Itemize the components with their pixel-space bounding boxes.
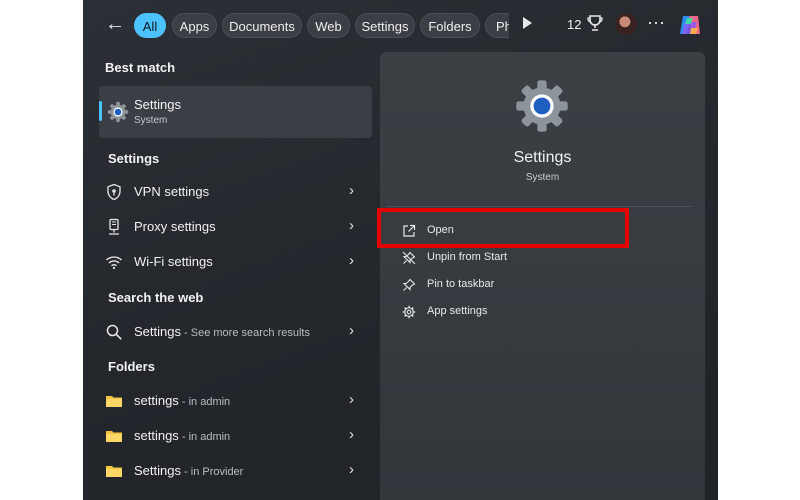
chevron-right-icon[interactable]: ›	[349, 182, 354, 199]
trophy-icon[interactable]	[587, 14, 603, 32]
best-match-heading: Best match	[105, 60, 176, 75]
chevron-right-icon[interactable]: ›	[349, 322, 354, 339]
folder-name: Settings	[134, 463, 181, 478]
folder-result[interactable]: Settings - in Provider ›	[105, 457, 360, 485]
best-match-title: Settings	[134, 97, 181, 112]
selection-indicator	[99, 101, 102, 121]
unpin-icon	[402, 251, 416, 265]
settings-app-icon	[516, 80, 568, 132]
best-match-item[interactable]	[99, 86, 372, 138]
settings-result-proxy[interactable]: Proxy settings ›	[105, 213, 360, 241]
filter-chips: All Apps Documents Web Settings Folders …	[133, 0, 509, 52]
folder-name: settings	[134, 428, 179, 443]
chevron-right-icon[interactable]: ›	[349, 217, 354, 234]
chevron-right-icon[interactable]: ›	[349, 461, 354, 478]
rewards-points: 12	[567, 17, 582, 32]
filter-chip-documents[interactable]: Documents	[222, 13, 302, 38]
action-label: Unpin from Start	[427, 251, 508, 263]
filter-chip-apps[interactable]: Apps	[172, 13, 217, 38]
folder-result[interactable]: settings - in admin ›	[105, 422, 360, 450]
shield-icon	[107, 183, 121, 201]
settings-section-heading: Settings	[108, 151, 160, 166]
settings-result-vpn[interactable]: VPN settings ›	[105, 178, 360, 206]
gear-icon	[402, 305, 416, 319]
folder-location: - in admin	[178, 431, 231, 443]
filter-chip-all[interactable]: All	[134, 13, 166, 38]
preview-pane: Settings System Open Unpin from Start Pi…	[380, 52, 705, 500]
back-arrow-icon[interactable]: ←	[105, 13, 127, 35]
folder-icon	[106, 466, 122, 477]
search-icon	[106, 324, 122, 340]
filter-chip-folders[interactable]: Folders	[420, 13, 480, 38]
settings-result-label: Wi-Fi settings	[134, 254, 213, 269]
web-search-query: Settings	[134, 324, 181, 339]
folder-name: settings	[134, 393, 179, 408]
preview-divider	[386, 206, 692, 207]
preview-title: Settings	[513, 149, 572, 166]
filter-chip-photos[interactable]: Pho	[485, 13, 509, 38]
open-highlight-box	[377, 208, 629, 248]
settings-result-label: Proxy settings	[134, 219, 216, 234]
web-search-result[interactable]: Settings - See more search results ›	[105, 318, 360, 346]
web-search-hint: - See more search results	[180, 327, 310, 339]
chevron-right-icon[interactable]: ›	[349, 391, 354, 408]
best-match-subtitle: System	[134, 115, 168, 126]
search-filter-bar: ← All Apps Documents Web Settings Folder…	[83, 0, 718, 52]
start-search-panel: ← All Apps Documents Web Settings Folder…	[83, 0, 718, 500]
chevron-right-icon[interactable]: ›	[349, 252, 354, 269]
wifi-icon	[106, 256, 122, 270]
action-pin-to-taskbar[interactable]: Pin to taskbar	[402, 275, 642, 297]
folder-icon	[106, 431, 122, 442]
action-unpin-from-start[interactable]: Unpin from Start	[402, 248, 642, 270]
folder-location: - in admin	[178, 396, 231, 408]
settings-result-wifi[interactable]: Wi-Fi settings ›	[105, 248, 360, 276]
folder-icon	[106, 396, 122, 407]
folder-location: - in Provider	[180, 466, 244, 478]
proxy-icon	[109, 218, 119, 235]
web-section-heading: Search the web	[108, 290, 204, 305]
more-options-icon[interactable]: ⋯	[647, 13, 666, 34]
preview-subtitle: System	[525, 172, 560, 183]
copilot-icon[interactable]	[677, 12, 703, 38]
filter-chip-web[interactable]: Web	[307, 13, 350, 38]
user-avatar[interactable]	[615, 13, 637, 35]
pin-icon	[402, 278, 416, 291]
action-label: Pin to taskbar	[427, 278, 495, 290]
folder-result[interactable]: settings - in admin ›	[105, 387, 360, 415]
folders-section-heading: Folders	[108, 359, 155, 374]
settings-gear-icon	[107, 101, 129, 123]
settings-result-label: VPN settings	[134, 184, 210, 199]
chevron-right-icon[interactable]: ›	[349, 426, 354, 443]
play-icon[interactable]	[523, 17, 532, 29]
action-app-settings[interactable]: App settings	[402, 302, 642, 324]
action-label: App settings	[427, 305, 488, 317]
filter-chip-settings[interactable]: Settings	[355, 13, 415, 38]
